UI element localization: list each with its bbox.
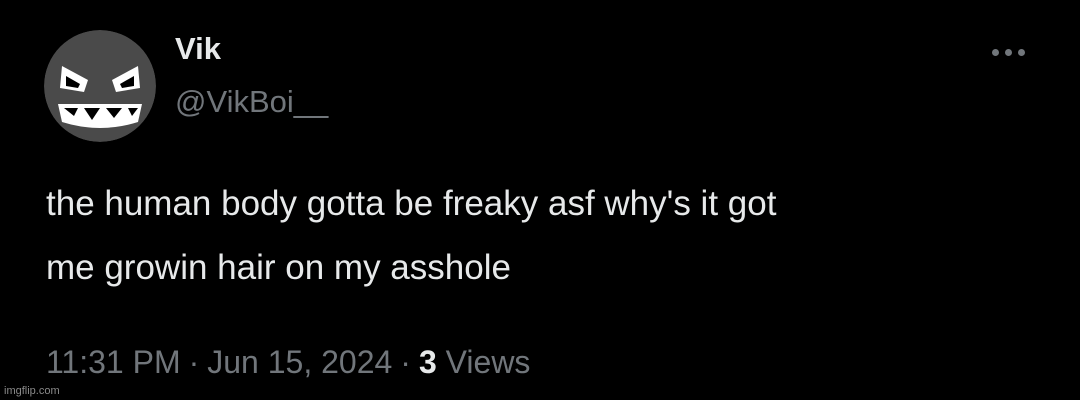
avatar[interactable] bbox=[44, 30, 156, 142]
meta-separator: · bbox=[188, 344, 200, 380]
tweet-text-line: the human body gotta be freaky asf why's… bbox=[46, 184, 777, 223]
tweet-time[interactable]: 11:31 PM bbox=[46, 344, 181, 380]
watermark: imgflip.com bbox=[4, 385, 60, 397]
more-horizontal-icon bbox=[1004, 48, 1012, 56]
tweet-date[interactable]: Jun 15, 2024 bbox=[207, 344, 392, 380]
views-label: Views bbox=[445, 344, 531, 380]
more-options-button[interactable] bbox=[982, 34, 1034, 70]
meta-separator: · bbox=[400, 344, 411, 380]
angry-face-icon bbox=[44, 30, 156, 142]
more-horizontal-icon bbox=[1017, 48, 1025, 56]
author-display-name[interactable]: Vik bbox=[175, 30, 221, 68]
tweet-meta: 11:31 PM · Jun 15, 2024 · 3 Views bbox=[46, 342, 530, 382]
views-count: 3 bbox=[418, 344, 437, 380]
more-horizontal-icon bbox=[991, 48, 999, 56]
author-handle[interactable]: @VikBoi__ bbox=[175, 83, 328, 121]
tweet-text-line: me growin hair on my asshole bbox=[46, 248, 511, 287]
tweet-text: the human body gotta be freaky asf why's… bbox=[46, 172, 1046, 300]
tweet-card: Vik @VikBoi__ the human body gotta be fr… bbox=[0, 0, 1080, 400]
